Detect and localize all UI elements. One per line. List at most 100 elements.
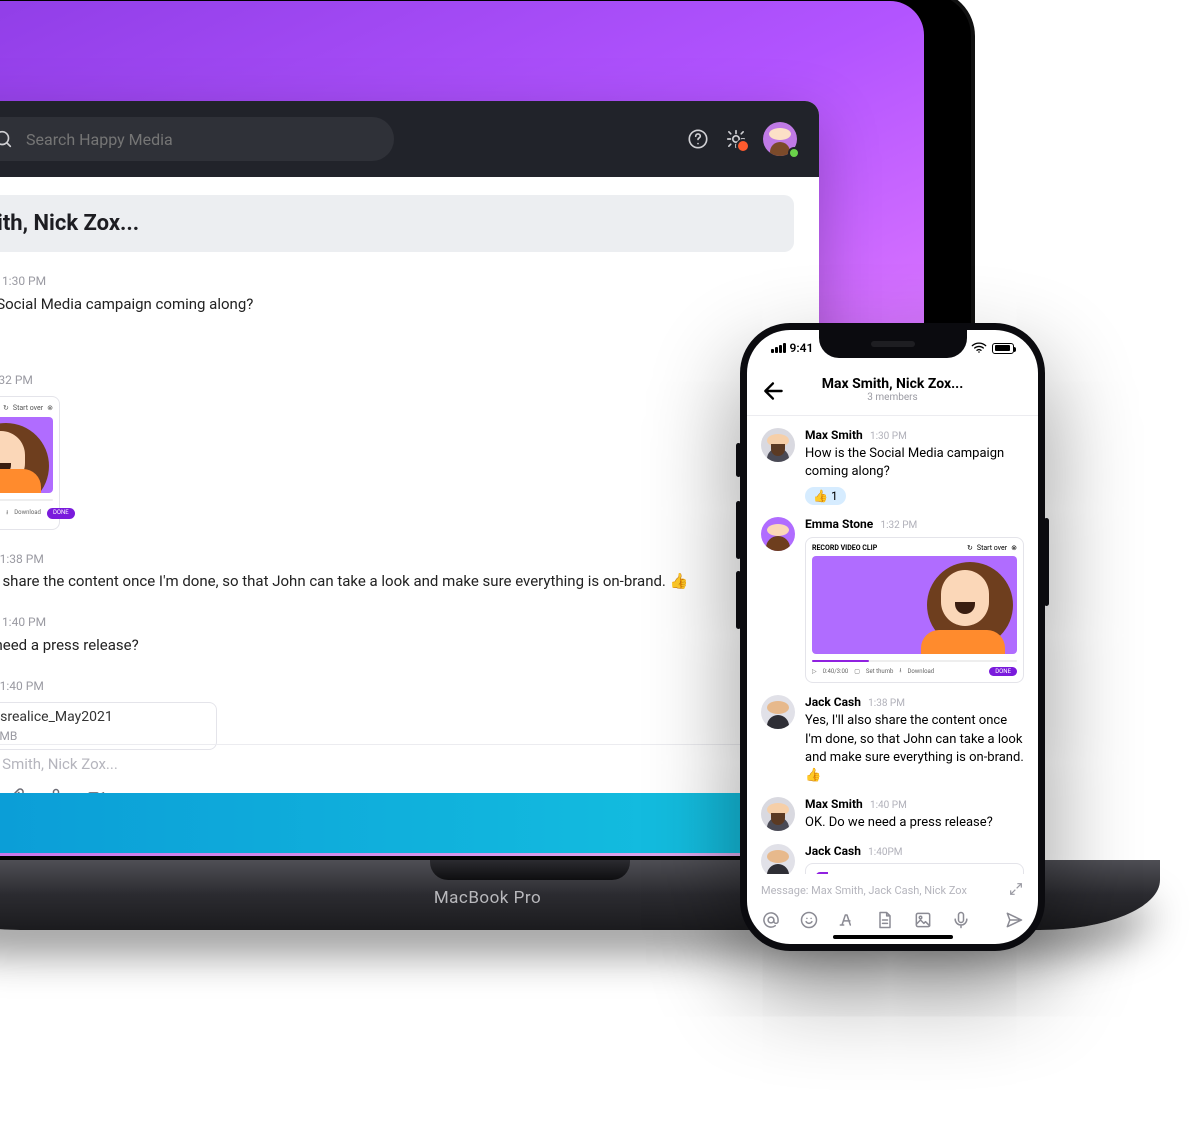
whats-new-icon[interactable]: [725, 128, 747, 150]
expand-icon[interactable]: [1008, 881, 1024, 900]
message: Max Smith 1:30 PM How is the Social Medi…: [0, 270, 811, 351]
message-time: 1:40PM: [868, 847, 902, 858]
phone-screen: 9:41 Max Smith, Nick Zox... 3 members Ma…: [747, 330, 1038, 944]
message-time: 1:40 PM: [870, 800, 907, 811]
status-time: 9:41: [790, 341, 814, 355]
laptop-notch-cutout: [430, 860, 630, 880]
avatar-icon[interactable]: [761, 517, 795, 551]
close-icon[interactable]: ⊗: [1011, 544, 1017, 552]
refresh-icon[interactable]: ↻: [3, 403, 9, 413]
compose-input[interactable]: Message: Max Smith, Jack Cash, Nick Zox: [761, 884, 967, 897]
avatar-icon[interactable]: [761, 844, 795, 874]
member-count: 3 members: [747, 392, 1038, 403]
emoji-icon[interactable]: [799, 910, 819, 930]
clip-progress-bar[interactable]: [812, 660, 1017, 662]
message: Jack Cash 1:38 PM Yes, I'll also share t…: [0, 548, 811, 594]
message: Nick Zox 1:32 PM RECORD VIDEO CLIP ↻ Sta…: [0, 369, 811, 529]
message: Max Smith 1:30 PM How is the Social Medi…: [761, 428, 1024, 505]
close-icon[interactable]: ⊗: [47, 403, 53, 413]
avatar-icon[interactable]: [761, 797, 795, 831]
done-button[interactable]: DONE: [989, 667, 1017, 676]
message-time: 1:32 PM: [880, 520, 917, 531]
volume-up-button: [736, 501, 741, 559]
avatar-icon[interactable]: [761, 695, 795, 729]
document-icon: [816, 872, 838, 874]
play-icon[interactable]: ▷: [812, 668, 817, 675]
conversation-title[interactable]: Max Smith, Nick Zox...: [747, 372, 1038, 392]
download-label[interactable]: Download: [14, 509, 41, 518]
image-icon[interactable]: [913, 910, 933, 930]
message-author: Max Smith: [805, 428, 863, 442]
clip-progress-bar[interactable]: [0, 499, 53, 501]
message-thread: Max Smith 1:30 PM How is the Social Medi…: [0, 252, 819, 750]
conversation-header[interactable]: ax Smith, Nick Zox...: [0, 195, 794, 252]
volume-down-button: [736, 571, 741, 629]
battery-icon: [992, 343, 1014, 354]
message-time: 1:30 PM: [870, 431, 907, 442]
phone-compose-area: Message: Max Smith, Jack Cash, Nick Zox: [747, 878, 1038, 930]
message: Jack Cash 1:38 PM Yes, I'll also share t…: [761, 695, 1024, 785]
thumbs-up-icon: 👍: [813, 489, 828, 503]
reaction-pill[interactable]: 👍 1: [805, 487, 846, 505]
search-input[interactable]: [26, 130, 376, 149]
chat-app-window: ax Smith, Nick Zox... Max Smith 1:30 PM …: [0, 101, 819, 821]
microphone-icon[interactable]: [951, 910, 971, 930]
message: Max Smith 1:40 PM OK. Do we need a press…: [0, 611, 811, 657]
message: Jack Cash 1:40PM pressrealice_May2021 11…: [761, 844, 1024, 874]
message-author: Jack Cash: [805, 695, 861, 709]
app-topbar: [0, 101, 819, 177]
file-attachment[interactable]: pressrealice_May2021 11.2 MB: [805, 863, 1024, 874]
file-name: pressrealice_May2021: [0, 707, 113, 727]
avatar-icon[interactable]: [761, 428, 795, 462]
clip-preview: [0, 417, 53, 493]
file-name: pressrealice_May2021: [848, 873, 968, 874]
search-box[interactable]: [0, 117, 394, 161]
start-over-label[interactable]: Start over: [13, 403, 43, 413]
message-time: 1:38 PM: [868, 698, 905, 709]
power-button: [1044, 518, 1049, 606]
refresh-icon[interactable]: ↻: [967, 544, 973, 552]
home-indicator[interactable]: [833, 935, 953, 939]
reaction-count: 1: [831, 489, 838, 503]
back-button[interactable]: [761, 378, 787, 404]
phone-message-thread[interactable]: Max Smith 1:30 PM How is the Social Medi…: [747, 418, 1038, 874]
start-over-label[interactable]: Start over: [977, 544, 1007, 552]
download-icon[interactable]: ⭳: [6, 509, 8, 518]
video-clip-card[interactable]: RECORD VIDEO CLIP ↻ Start over ⊗: [805, 537, 1024, 683]
phone-notch: [819, 330, 967, 358]
signal-icon: [771, 343, 786, 353]
download-icon[interactable]: ⭳: [899, 666, 901, 676]
mention-icon[interactable]: [761, 910, 781, 930]
search-icon: [0, 128, 14, 150]
current-user-avatar[interactable]: [763, 122, 797, 156]
video-clip-card[interactable]: RECORD VIDEO CLIP ↻ Start over ⊗: [0, 396, 60, 530]
message-time: 1:32 PM: [0, 373, 33, 387]
file-icon[interactable]: [875, 910, 895, 930]
message-text: How is the Social Media campaign coming …: [0, 294, 811, 316]
clip-title: RECORD VIDEO CLIP: [812, 544, 877, 552]
image-icon[interactable]: ▢: [854, 668, 860, 675]
message-text: Yes, I'll also share the content once I'…: [0, 571, 811, 593]
download-label[interactable]: Download: [907, 668, 934, 675]
send-button[interactable]: [1004, 910, 1024, 930]
message: Emma Stone 1:32 PM RECORD VIDEO CLIP ↻ S…: [761, 517, 1024, 683]
message: Max Smith 1:40 PM OK. Do we need a press…: [761, 797, 1024, 832]
phone-conversation-header: Max Smith, Nick Zox... 3 members: [747, 372, 1038, 416]
wifi-icon: [971, 341, 987, 356]
done-button[interactable]: DONE: [47, 508, 75, 519]
message-author: Max Smith: [805, 797, 863, 811]
mute-switch: [736, 443, 741, 477]
clip-progress-time: 0:40/3:00: [823, 668, 849, 675]
iphone-frame: 9:41 Max Smith, Nick Zox... 3 members Ma…: [740, 323, 1045, 951]
message-time: 1:38 PM: [0, 552, 44, 566]
formatting-icon[interactable]: [837, 910, 857, 930]
message-text: OK. Do we need a press release?: [0, 635, 811, 657]
help-icon[interactable]: [687, 128, 709, 150]
message-text: How is the Social Media campaign coming …: [805, 445, 1024, 481]
message-text: Yes, I'll also share the content once I'…: [805, 712, 1024, 785]
compose-input[interactable]: ssage Max Smith, Nick Zox...: [0, 744, 811, 783]
set-thumb-label[interactable]: Set thumb: [866, 668, 893, 675]
message-time: 1:40 PM: [0, 679, 44, 693]
message-author: Emma Stone: [805, 517, 873, 531]
message-text: OK. Do we need a press release?: [805, 814, 1024, 832]
